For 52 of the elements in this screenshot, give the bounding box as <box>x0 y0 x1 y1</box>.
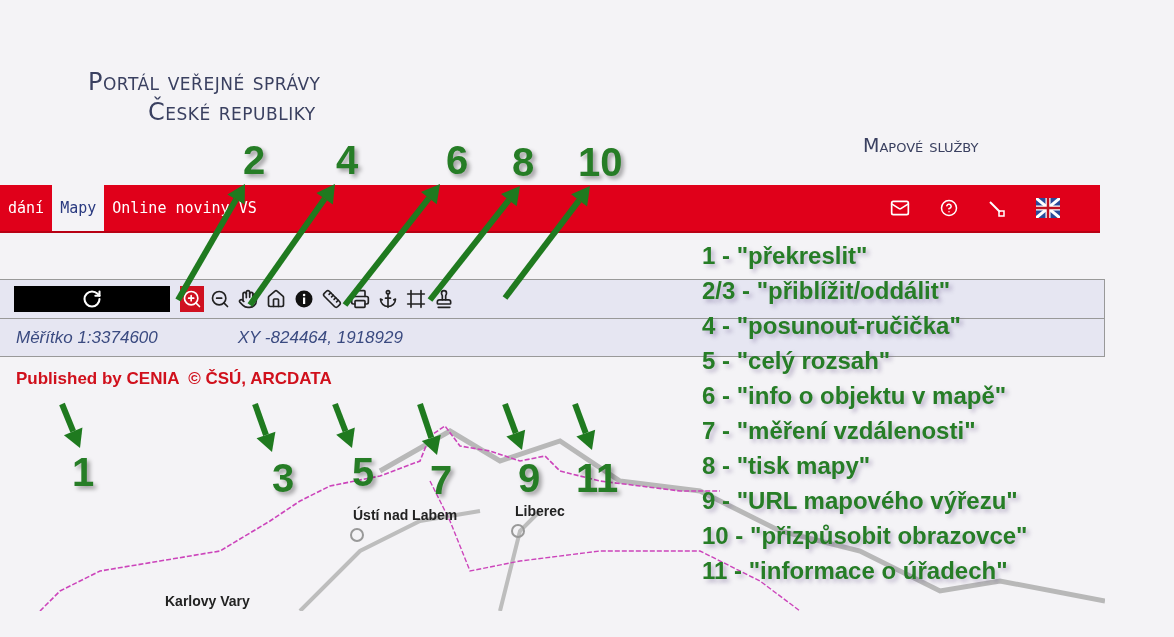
annotation-number: 2 <box>243 140 266 180</box>
legend-line: 5 - "celý rozsah" <box>702 346 892 376</box>
zoom-in-icon <box>182 289 202 309</box>
portal-title: Portál veřejné správy <box>88 68 322 96</box>
info-icon <box>295 290 313 308</box>
annotation-number: 8 <box>512 142 535 182</box>
legend-line: 7 - "měření vzdálenosti" <box>702 416 977 446</box>
zoom-out-icon <box>210 289 230 309</box>
legend-line: 8 - "tisk mapy" <box>702 451 872 481</box>
annotation-number: 6 <box>446 140 469 180</box>
nav-tab[interactable]: dání <box>0 185 53 231</box>
nav-tab[interactable]: Online noviny VS <box>104 185 265 231</box>
home-icon <box>266 289 286 309</box>
redraw-button[interactable] <box>14 286 170 312</box>
link-icon[interactable] <box>988 199 1006 217</box>
help-icon[interactable] <box>940 199 958 217</box>
printer-icon <box>350 289 370 309</box>
legend-line: 10 - "přizpůsobit obrazovce" <box>702 521 1028 551</box>
legend-line: 9 - "URL mapového výřezu" <box>702 486 1019 516</box>
refresh-icon <box>82 289 102 309</box>
annotation-arrow <box>252 403 276 452</box>
nav-tab[interactable]: Mapy <box>52 185 105 231</box>
legend-line: 2/3 - "přiblížit/oddálit" <box>702 276 952 306</box>
section-title: Mapové služby <box>863 134 979 156</box>
annotation-arrow <box>417 403 441 455</box>
city-label: Ústí nad Labem <box>353 507 458 523</box>
city-label: Liberec <box>515 503 565 519</box>
annotation-arrow <box>572 402 596 450</box>
city-label: Karlovy Vary <box>165 593 250 609</box>
annotation-arrow <box>332 402 355 448</box>
legend-line: 4 - "posunout-ručička" <box>702 311 962 341</box>
legend-line: 6 - "info o objektu v mapě" <box>702 381 1008 411</box>
legend-line: 1 - "překreslit" <box>702 241 869 271</box>
anchor-icon <box>378 289 398 309</box>
mail-icon[interactable] <box>890 198 910 218</box>
flag-icon[interactable] <box>1036 198 1060 218</box>
coordinates-text: XY -824464, 1918929 <box>237 327 403 348</box>
annotation-arrow <box>502 402 526 450</box>
portal-title: České republiky <box>147 98 317 126</box>
credit-text: Published by CENIA © ČSÚ, ARCDATA <box>16 369 332 389</box>
annotation-number: 4 <box>336 140 359 180</box>
hand-icon <box>238 289 258 309</box>
annotation-number: 10 <box>578 142 623 182</box>
annotation-number: 3 <box>272 458 295 498</box>
annotation-number: 9 <box>518 458 541 498</box>
scale-text: Měřítko 1:3374600 <box>16 327 158 348</box>
legend-line: 11 - "informace o úřadech" <box>702 556 1009 586</box>
ruler-icon <box>322 289 342 309</box>
annotation-arrow <box>59 402 83 448</box>
annotation-number: 1 <box>72 452 95 492</box>
stamp-icon <box>434 289 454 309</box>
annotation-number: 7 <box>430 460 453 500</box>
